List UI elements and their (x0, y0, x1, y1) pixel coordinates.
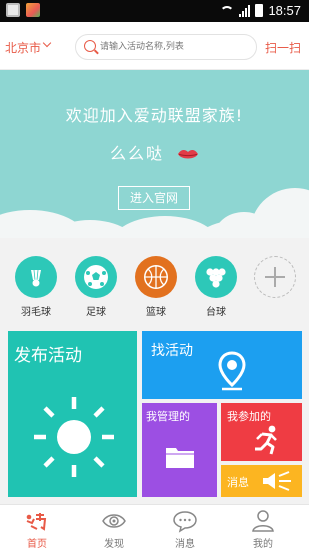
category-label: 足球 (86, 307, 106, 318)
publish-activity-tile[interactable]: 发布活动 (8, 331, 137, 497)
enter-website-button[interactable]: 进入官网 (118, 186, 190, 210)
sim-notification-icon (6, 3, 20, 17)
sun-icon (34, 397, 114, 477)
nav-label: 发现 (104, 539, 124, 550)
signal-icon (239, 4, 251, 17)
status-time: 18:57 (268, 3, 301, 18)
find-activity-tile[interactable]: 找活动 (142, 331, 302, 399)
chat-bubble-icon (155, 509, 215, 533)
status-bar: 18:57 (0, 0, 309, 22)
welcome-banner[interactable]: 欢迎加入爱动联盟家族! 么么哒 进入官网 (0, 70, 309, 238)
search-icon (84, 40, 96, 52)
notification-icons (6, 3, 40, 17)
banner-welcome-text: 欢迎加入爱动联盟家族! (65, 106, 244, 125)
add-category-button[interactable] (253, 256, 297, 298)
eye-icon (84, 509, 144, 533)
feature-tiles: 发布活动 找活动 我管理的 我参加的 消息 (0, 324, 309, 504)
tile-title: 找活动 (151, 343, 193, 359)
user-icon (233, 509, 293, 533)
battery-icon (255, 4, 264, 17)
basketball-icon (135, 256, 177, 298)
wifi-icon (220, 5, 235, 16)
tile-title: 我参加的 (227, 410, 271, 423)
speaker-icon (263, 471, 291, 491)
nav-messages[interactable]: 消息 (155, 509, 215, 550)
category-row: 羽毛球 足球 篮球 台球 (0, 238, 309, 324)
top-header: 北京市 扫一扫 (0, 22, 309, 70)
city-selector[interactable]: 北京市 (5, 39, 41, 56)
running-icon (255, 425, 277, 455)
nav-label: 我的 (253, 539, 273, 550)
nav-home[interactable]: 首页 (7, 509, 67, 550)
nav-label: 消息 (175, 539, 195, 550)
category-label: 篮球 (146, 307, 166, 318)
location-pin-icon (218, 351, 246, 391)
app-notification-icon (26, 3, 40, 17)
category-football[interactable]: 足球 (74, 256, 118, 318)
banner-kiss-line: 么么哒 (0, 140, 309, 164)
nav-profile[interactable]: 我的 (233, 509, 293, 550)
scan-button[interactable]: 扫一扫 (265, 39, 301, 56)
search-input[interactable] (100, 38, 250, 56)
tile-title: 我管理的 (146, 410, 190, 423)
tile-title: 消息 (227, 476, 249, 489)
messages-tile[interactable]: 消息 (221, 465, 302, 497)
football-icon (75, 256, 117, 298)
folder-icon (166, 448, 194, 468)
plus-icon (254, 256, 296, 298)
chevron-down-icon[interactable] (42, 38, 52, 48)
category-label: 羽毛球 (21, 307, 51, 318)
search-bar[interactable] (75, 34, 257, 60)
lips-icon (178, 149, 199, 159)
bottom-navigation: 首页 发现 消息 我的 (0, 504, 309, 550)
category-badminton[interactable]: 羽毛球 (14, 256, 58, 318)
my-managed-tile[interactable]: 我管理的 (142, 403, 217, 497)
badminton-icon (15, 256, 57, 298)
category-billiards[interactable]: 台球 (194, 256, 238, 318)
tile-title: 发布活动 (14, 346, 82, 366)
billiards-icon (195, 256, 237, 298)
category-basketball[interactable]: 篮球 (134, 256, 178, 318)
my-joined-tile[interactable]: 我参加的 (221, 403, 302, 461)
nav-discover[interactable]: 发现 (84, 509, 144, 550)
category-label: 台球 (206, 307, 226, 318)
nav-label: 首页 (27, 539, 47, 550)
banner-kiss-text: 么么哒 (109, 144, 164, 163)
home-logo-icon (7, 509, 67, 533)
